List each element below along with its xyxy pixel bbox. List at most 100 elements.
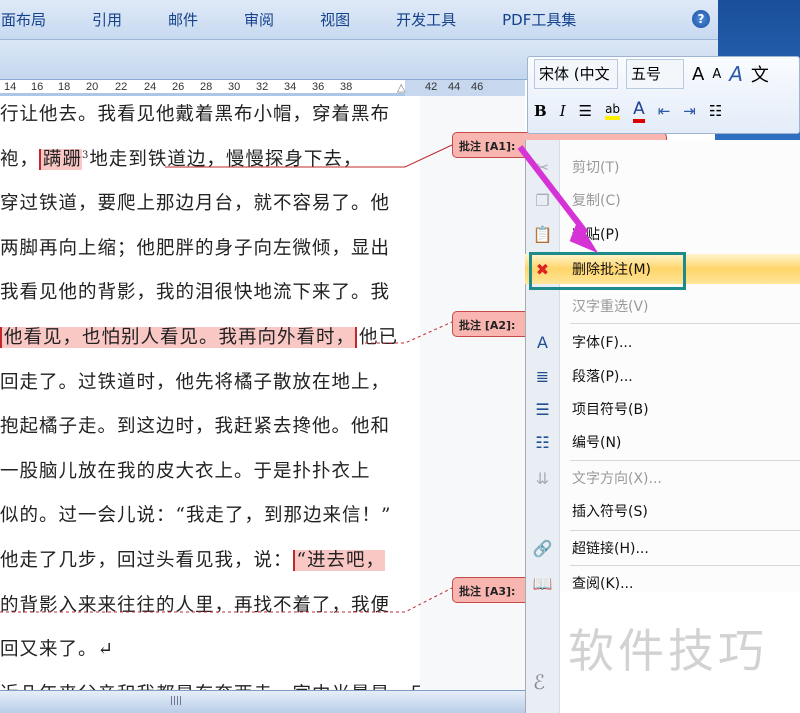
tab-page-layout[interactable]: 页面布局 [0,9,46,30]
scissors-icon: ✂ [535,157,550,177]
document-line: 行让他去。我看见他戴着黑布小帽，穿着黑布 [0,100,420,126]
ruler-tick: 42 [425,81,438,93]
document-line: 近几年来父亲和我都是东奔西走，家中光景是一日不如一 [0,680,420,690]
help-icon[interactable]: ? [692,10,710,28]
ruler-tick: 18 [58,81,71,93]
line-text: 穿过铁道，要爬上那边月台，就不容易了。他 [0,193,391,215]
line-text: 我看见他的背影，我的泪很快地流下来了。我 [0,282,391,304]
ruler-tick: 14 [4,81,17,93]
document-line: 似的。过一会儿说：“我走了，到那边来信！” [0,501,420,527]
menu-item[interactable]: ☷ 编号(N) [525,427,800,457]
tab-view[interactable]: 视图 [320,9,350,30]
line-text: 的背影入来来往往的人里，再找不着了，我便 [0,594,391,616]
document-page[interactable]: 行让他去。我看见他戴着黑布小帽，穿着黑布 袍， 蹒跚3地走到铁道边，慢慢探身下去， 穿… [0,96,420,690]
menu-item[interactable]: ≣ 段落(P)... [525,361,800,391]
research-icon: ℰ [533,670,546,694]
numbering-icon: ☷ [535,432,550,452]
shrink-font-button[interactable]: A [712,67,721,82]
menu-item[interactable]: A 字体(F)... [525,327,800,357]
ruler-tick: 34 [284,81,297,93]
ruler-margin [405,80,525,96]
menu-item-label: 粘贴(P) [572,227,620,243]
menu-item[interactable]: ☰ 项目符号(B) [525,394,800,424]
document-line: 两脚再向上缩；他肥胖的身子向左微倾，显出 [0,234,420,260]
commented-text[interactable]: 蹒跚 [39,148,83,170]
horizontal-ruler[interactable]: 14 16 18 20 22 24 26 28 30 32 34 36 38 △… [0,80,525,96]
document-line: 抱起橘子走。到这边时，我赶紧去搀他。他和 [0,412,420,438]
font-name-select[interactable]: 宋体 (中文 [534,59,618,89]
menu-separator [570,460,800,461]
menu-item[interactable]: 📋 粘贴(P) [525,219,800,249]
annotation-highlight-box [529,252,686,290]
ruler-tick: 16 [31,81,44,93]
ruler-tick: 26 [172,81,185,93]
font-color-button[interactable]: A [633,99,645,123]
commented-text[interactable]: “进去吧， [292,550,385,571]
copy-icon: ❐ [535,190,550,210]
ribbon-tabs: 页面布局 引用 邮件 审阅 视图 开发工具 PDF工具集 ? [0,0,718,40]
tab-pdf-tools[interactable]: PDF工具集 [502,9,576,30]
lookup-icon: 📖 [532,573,553,593]
font-icon: A [537,332,548,352]
right-indent-marker[interactable]: △ [397,81,405,94]
menu-item-label: 文字方向(X)... [572,471,662,487]
menu-item-label: 复制(C) [572,193,621,209]
paste-icon: 📋 [532,224,553,244]
tab-references[interactable]: 引用 [92,9,122,30]
comment-label: 批注 [A2]: [459,319,516,332]
bullets-icon[interactable]: ☷ [709,102,722,120]
styles-button[interactable]: A [729,62,743,86]
mini-toolbar: 宋体 (中文 五号 A A A 文 B I ☰ ab A ⇤ ⇥ ☷ [527,56,800,134]
document-line: 回又来了。↵ [0,635,420,661]
menu-item[interactable]: ✂ 剪切(T) [525,152,800,182]
ruler-tick: 24 [144,81,157,93]
bullets-icon: ☰ [535,399,550,419]
decrease-indent-icon[interactable]: ⇤ [658,102,671,120]
line-text: 他已 [355,327,399,348]
menu-item[interactable]: 📖 查阅(K)... [525,568,800,598]
tab-mailings[interactable]: 邮件 [168,9,198,30]
document-line: 他看见，也怕别人看见。我再向外看时， 他已 [0,323,420,349]
horizontal-scrollbar[interactable]: |||| [0,690,525,713]
comment-label: 批注 [A1]: [459,140,516,153]
phonetic-guide-button[interactable]: 文 [751,61,769,87]
commented-text[interactable]: 他看见，也怕别人看见。我再向外看时， [0,327,356,348]
menu-item-label: 编号(N) [572,435,622,451]
menu-item[interactable]: 插入符号(S) [525,496,800,526]
line-text: 似的。过一会儿说：“我走了，到那边来信！” [0,505,392,527]
ruler-tick: 36 [312,81,325,93]
font-size-select[interactable]: 五号 [626,59,684,89]
comment-balloon-a2[interactable]: 批注 [A2]: [452,311,532,337]
comment-balloon-a3[interactable]: 批注 [A3]: [452,577,532,603]
ruler-tick: 38 [340,81,353,93]
paragraph-icon: ≣ [535,366,550,386]
document-line: 回走了。过铁道时，他先将橘子散放在地上， [0,368,420,394]
line-text: 袍， [0,148,40,170]
grow-font-button[interactable]: A [692,64,704,85]
center-align-icon[interactable]: ☰ [579,102,592,120]
menu-item[interactable]: ⇊ 文字方向(X)... [525,463,800,493]
document-line: 一股脑儿放在我的皮大衣上。于是扑扑衣上 [0,457,420,483]
line-text: 回又来了。↵ [0,639,115,661]
increase-indent-icon[interactable]: ⇥ [683,102,696,120]
menu-item[interactable]: ❐ 复制(C) [525,185,800,215]
line-text: 行让他去。我看见他戴着黑布小帽，穿着黑布 [0,104,391,125]
ruler-tick: 44 [448,81,461,93]
menu-separator [570,530,800,531]
italic-button[interactable]: I [560,102,566,120]
text-direction-icon: ⇊ [535,468,550,488]
highlight-button[interactable]: ab [605,102,621,120]
tab-review[interactable]: 审阅 [244,9,274,30]
menu-item[interactable]: 汉字重选(V) [525,291,800,321]
menu-item[interactable]: 🔗 超链接(H)... [525,533,800,563]
ruler-tick: 28 [200,81,213,93]
ruler-tick: 46 [471,81,484,93]
scrollbar-thumb[interactable]: |||| [170,696,190,708]
tab-developer[interactable]: 开发工具 [396,9,456,30]
watermark: 软件技巧 [568,624,768,678]
ruler-tick: 20 [86,81,99,93]
line-text: 抱起橘子走。到这边时，我赶紧去搀他。他和 [0,416,391,438]
line-text: 地走到铁道边，慢慢探身下去， [89,148,363,170]
bold-button[interactable]: B [534,102,547,120]
document-line: 他走了几步，回过头看见我，说： “进去吧， [0,546,420,572]
